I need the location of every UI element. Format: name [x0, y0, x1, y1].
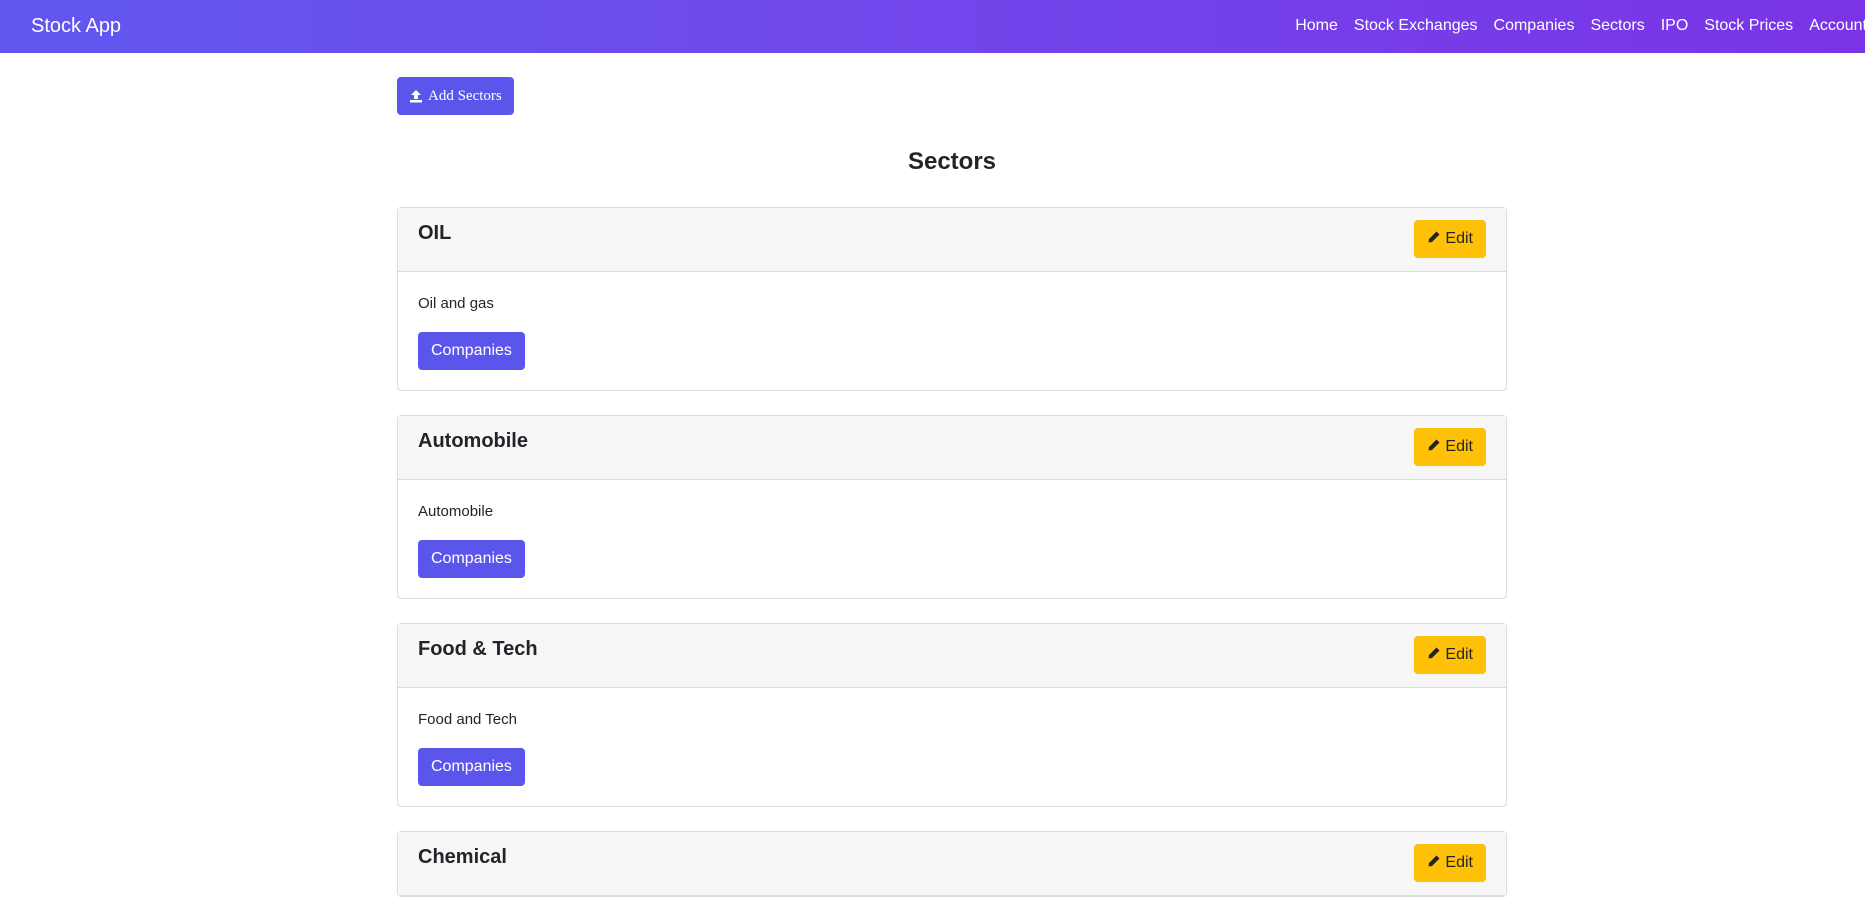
brand-link[interactable]: Stock App	[31, 13, 121, 39]
edit-label: Edit	[1445, 438, 1473, 455]
sector-card: Automobile Edit Automobile Companies	[397, 415, 1507, 599]
sector-card: Chemical Edit	[397, 831, 1507, 897]
upload-icon	[409, 89, 423, 103]
page-title: Sectors	[907, 148, 997, 175]
nav-link-account[interactable]: Account	[1801, 15, 1865, 37]
sector-description: Oil and gas	[418, 295, 494, 312]
nav-link-companies[interactable]: Companies	[1486, 15, 1583, 37]
card-header: OIL Edit	[398, 208, 1506, 272]
card-body: Automobile Companies	[398, 480, 1506, 598]
sector-card: OIL Edit Oil and gas Companies	[397, 207, 1507, 391]
edit-label: Edit	[1445, 646, 1473, 663]
pencil-icon	[1427, 438, 1441, 457]
card-body: Oil and gas Companies	[398, 272, 1506, 390]
sector-description: Food and Tech	[418, 711, 517, 728]
edit-button[interactable]: Edit	[1414, 844, 1486, 882]
companies-button[interactable]: Companies	[418, 748, 525, 786]
sector-name: Automobile	[418, 430, 528, 452]
add-sectors-label: Add Sectors	[428, 87, 502, 104]
card-header: Chemical Edit	[398, 832, 1506, 896]
nav-link-home[interactable]: Home	[1287, 15, 1346, 37]
nav-links: Home Stock Exchanges Companies Sectors I…	[1287, 15, 1865, 37]
card-header: Automobile Edit	[398, 416, 1506, 480]
nav-link-sectors[interactable]: Sectors	[1582, 15, 1652, 37]
nav-link-ipo[interactable]: IPO	[1653, 15, 1697, 37]
navbar: Stock App Home Stock Exchanges Companies…	[0, 0, 1865, 53]
edit-label: Edit	[1445, 854, 1473, 871]
edit-button[interactable]: Edit	[1414, 428, 1486, 466]
sector-name: Chemical	[418, 846, 507, 868]
sector-name: OIL	[418, 222, 452, 244]
sector-name: Food & Tech	[418, 638, 538, 660]
edit-label: Edit	[1445, 230, 1473, 247]
nav-link-stock-prices[interactable]: Stock Prices	[1696, 15, 1801, 37]
edit-button[interactable]: Edit	[1414, 636, 1486, 674]
card-header: Food & Tech Edit	[398, 624, 1506, 688]
companies-button[interactable]: Companies	[418, 540, 525, 578]
nav-link-stock-exchanges[interactable]: Stock Exchanges	[1346, 15, 1486, 37]
pencil-icon	[1427, 854, 1441, 873]
pencil-icon	[1427, 230, 1441, 249]
edit-button[interactable]: Edit	[1414, 220, 1486, 258]
sector-description: Automobile	[418, 503, 494, 520]
companies-button[interactable]: Companies	[418, 332, 525, 370]
sector-card: Food & Tech Edit Food and Tech Companies	[397, 623, 1507, 807]
pencil-icon	[1427, 646, 1441, 665]
add-sectors-button[interactable]: Add Sectors	[397, 77, 514, 115]
sector-list: OIL Edit Oil and gas Companies Automobil…	[397, 207, 1507, 921]
card-body: Food and Tech Companies	[398, 688, 1506, 806]
